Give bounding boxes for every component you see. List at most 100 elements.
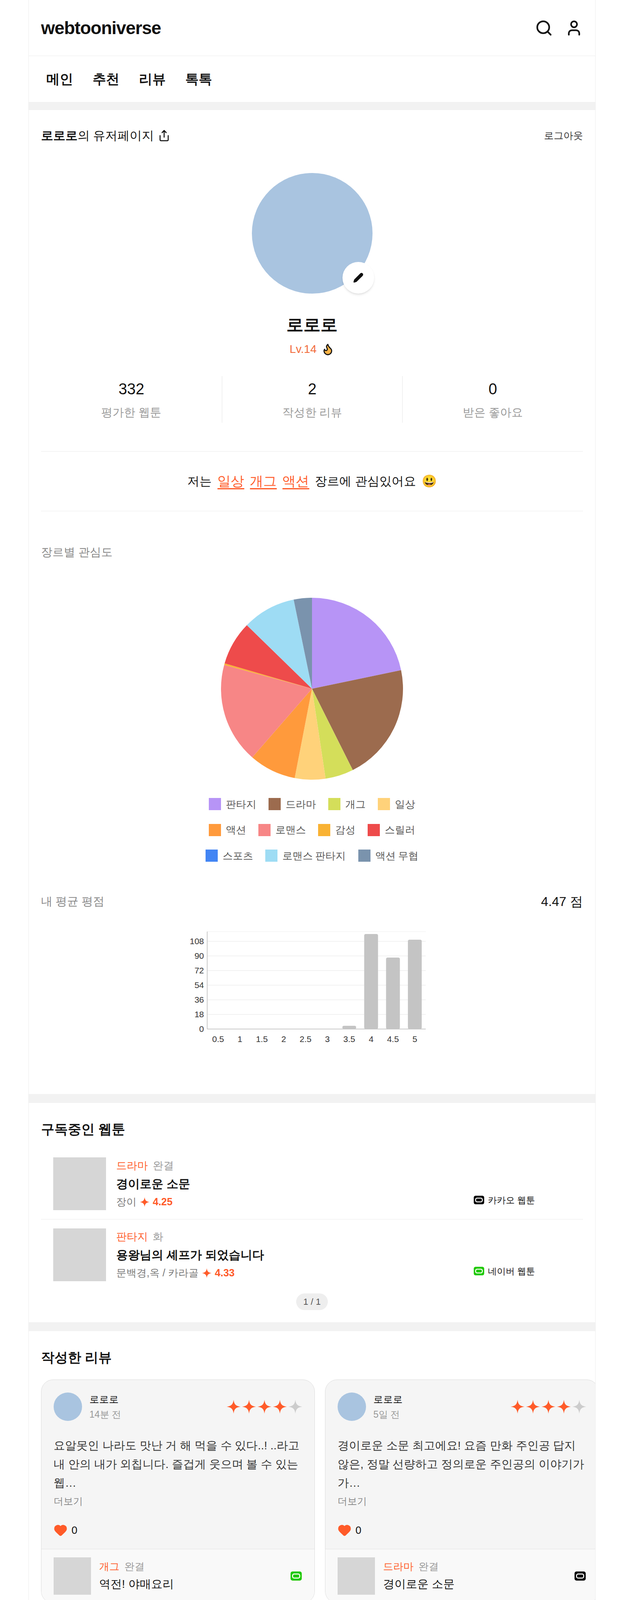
logo[interactable]: webtooniverse <box>41 14 161 42</box>
y-tick: 18 <box>194 1009 204 1020</box>
x-label: 3 <box>325 1034 330 1045</box>
legend-item: 스포츠 <box>205 848 254 865</box>
interest-genre[interactable]: 액션 <box>282 471 310 492</box>
rating-bar <box>342 1026 357 1030</box>
legend-item: 로맨스 판타지 <box>265 848 347 865</box>
more-link[interactable]: 더보기 <box>53 1494 303 1510</box>
nav-item[interactable]: 톡톡 <box>185 69 213 90</box>
review-carousel: 로로로14분 전요알못인 나라도 맛난 거 해 먹을 수 있다..! ..라고 … <box>41 1380 596 1600</box>
edit-avatar-button[interactable] <box>342 262 375 294</box>
y-tick: 54 <box>194 980 205 991</box>
rating-star-icon <box>201 1268 212 1279</box>
x-label: 2 <box>281 1034 286 1045</box>
genre-chart-title: 장르별 관심도 <box>41 543 583 562</box>
stat: 2작성한 리뷰 <box>221 376 403 423</box>
review-text: 요알못인 나라도 맛난 거 해 먹을 수 있다..! ..라고 내 안의 내가 … <box>53 1436 303 1493</box>
separator <box>28 1094 596 1104</box>
avatar <box>251 173 373 294</box>
user-level: Lv.14 <box>289 340 317 358</box>
legend-item: 판타지 <box>208 797 257 813</box>
rating-bar-chart: 018365472901080.511.522.533.544.55 <box>177 927 430 1050</box>
nav: 메인 추천 리뷰 톡톡 <box>28 56 596 102</box>
x-label: 1.5 <box>255 1034 268 1045</box>
y-tick: 36 <box>194 995 204 1005</box>
review-stars <box>226 1400 303 1415</box>
subscription-item[interactable]: 판타지화용왕님의 셰프가 되었습니다문백경,옥 / 카라골4.33네이버 웹툰 <box>41 1219 583 1291</box>
x-label: 3.5 <box>343 1034 356 1045</box>
legend-item: 일상 <box>377 797 416 813</box>
rating-bar <box>407 940 422 1030</box>
interest-genre[interactable]: 일상 <box>217 471 245 492</box>
star-icon <box>572 1400 587 1415</box>
platform-icon <box>473 1194 485 1207</box>
star-icon <box>273 1400 287 1415</box>
search-icon[interactable] <box>535 19 553 37</box>
y-tick: 0 <box>199 1024 204 1034</box>
like-count: 0 <box>355 1523 362 1539</box>
x-label: 4 <box>368 1034 374 1045</box>
container: webtooniverse메인추천리뷰톡톡로로로의 유저페이지로그아웃로로로Lv… <box>28 0 596 1600</box>
reviews-section: 작성한 리뷰로로로14분 전요알못인 나라도 맛난 거 해 먹을 수 있다..!… <box>28 1331 596 1600</box>
rating-star-icon <box>139 1197 150 1208</box>
subscriptions-section: 구독중인 웹툰드라마완결경이로운 소문장이4.25카카오 웹툰판타지화용왕님의 … <box>28 1103 596 1323</box>
legend-item: 감성 <box>318 822 356 839</box>
heart-icon[interactable] <box>337 1523 352 1538</box>
page-title: 로로로의 유저페이지 <box>41 126 171 145</box>
stat: 0받은 좋아요 <box>402 376 583 423</box>
legend-item: 액션 무협 <box>358 848 419 865</box>
legend-item: 개그 <box>328 797 366 813</box>
review-webtoon[interactable]: 개그완결역전! 야매요리 <box>41 1549 315 1600</box>
webtoon-thumbnail <box>53 1557 91 1596</box>
webtoon-title: 경이로운 소문 <box>116 1175 464 1194</box>
x-label: 2.5 <box>299 1034 312 1045</box>
star-icon <box>226 1400 241 1415</box>
nav-item[interactable]: 리뷰 <box>138 69 166 90</box>
star-icon <box>541 1400 556 1415</box>
nav-item[interactable]: 메인 <box>46 69 74 90</box>
platform-icon <box>574 1570 587 1583</box>
rating-average: 4.47 점 <box>541 892 583 912</box>
webtoon-thumbnail <box>53 1228 107 1282</box>
interest-line: 저는일상개그액션장르에 관심있어요😃 <box>41 451 583 512</box>
x-label: 0.5 <box>212 1034 224 1045</box>
section-title: 작성한 리뷰 <box>41 1347 596 1369</box>
interest-genre[interactable]: 개그 <box>249 471 277 492</box>
genre-pie-chart <box>218 595 406 783</box>
star-icon <box>257 1400 272 1415</box>
webtoon-title: 용왕님의 셰프가 되었습니다 <box>116 1246 464 1265</box>
separator <box>28 101 596 111</box>
review-text: 경이로운 소문 최고에요! 요즘 만화 주인공 답지 않은, 정말 선량하고 정… <box>337 1436 587 1493</box>
review-webtoon[interactable]: 드라마완결경이로운 소문 <box>325 1549 596 1600</box>
heart-icon[interactable] <box>53 1523 68 1538</box>
separator <box>28 1322 596 1332</box>
pencil-icon <box>353 272 364 284</box>
legend-item: 스릴러 <box>367 822 416 839</box>
review-avatar <box>53 1393 83 1422</box>
star-icon <box>510 1400 525 1415</box>
user-icon[interactable] <box>565 19 583 37</box>
header: webtooniverse <box>28 0 596 57</box>
review-avatar <box>337 1393 367 1422</box>
star-icon <box>288 1400 303 1415</box>
stats: 332평가한 웹툰2작성한 리뷰0받은 좋아요 <box>41 376 583 423</box>
rating-title: 내 평균 평점 <box>41 893 105 911</box>
review-card[interactable]: 로로로14분 전요알못인 나라도 맛난 거 해 먹을 수 있다..! ..라고 … <box>41 1380 315 1600</box>
review-stars <box>510 1400 587 1415</box>
nav-item[interactable]: 추천 <box>92 69 120 90</box>
logout-button[interactable]: 로그아웃 <box>543 128 583 143</box>
profile-section: 로로로의 유저페이지로그아웃로로로Lv.14332평가한 웹툰2작성한 리뷰0받… <box>28 110 596 1095</box>
like-count: 0 <box>71 1523 78 1539</box>
platform-icon <box>473 1265 485 1278</box>
share-icon[interactable] <box>158 129 171 142</box>
legend-item: 액션 <box>208 822 247 839</box>
subscription-item[interactable]: 드라마완결경이로운 소문장이4.25카카오 웹툰 <box>41 1148 583 1220</box>
legend-item: 로맨스 <box>258 822 306 839</box>
star-icon <box>526 1400 540 1415</box>
more-link[interactable]: 더보기 <box>337 1494 587 1510</box>
webtoon-thumbnail <box>337 1557 375 1596</box>
pie-slice <box>293 598 312 689</box>
rating-bar <box>385 957 400 1030</box>
platform-icon <box>290 1570 303 1583</box>
x-label: 5 <box>412 1034 418 1045</box>
review-card[interactable]: 로로로5일 전경이로운 소문 최고에요! 요즘 만화 주인공 답지 않은, 정말… <box>325 1380 596 1600</box>
